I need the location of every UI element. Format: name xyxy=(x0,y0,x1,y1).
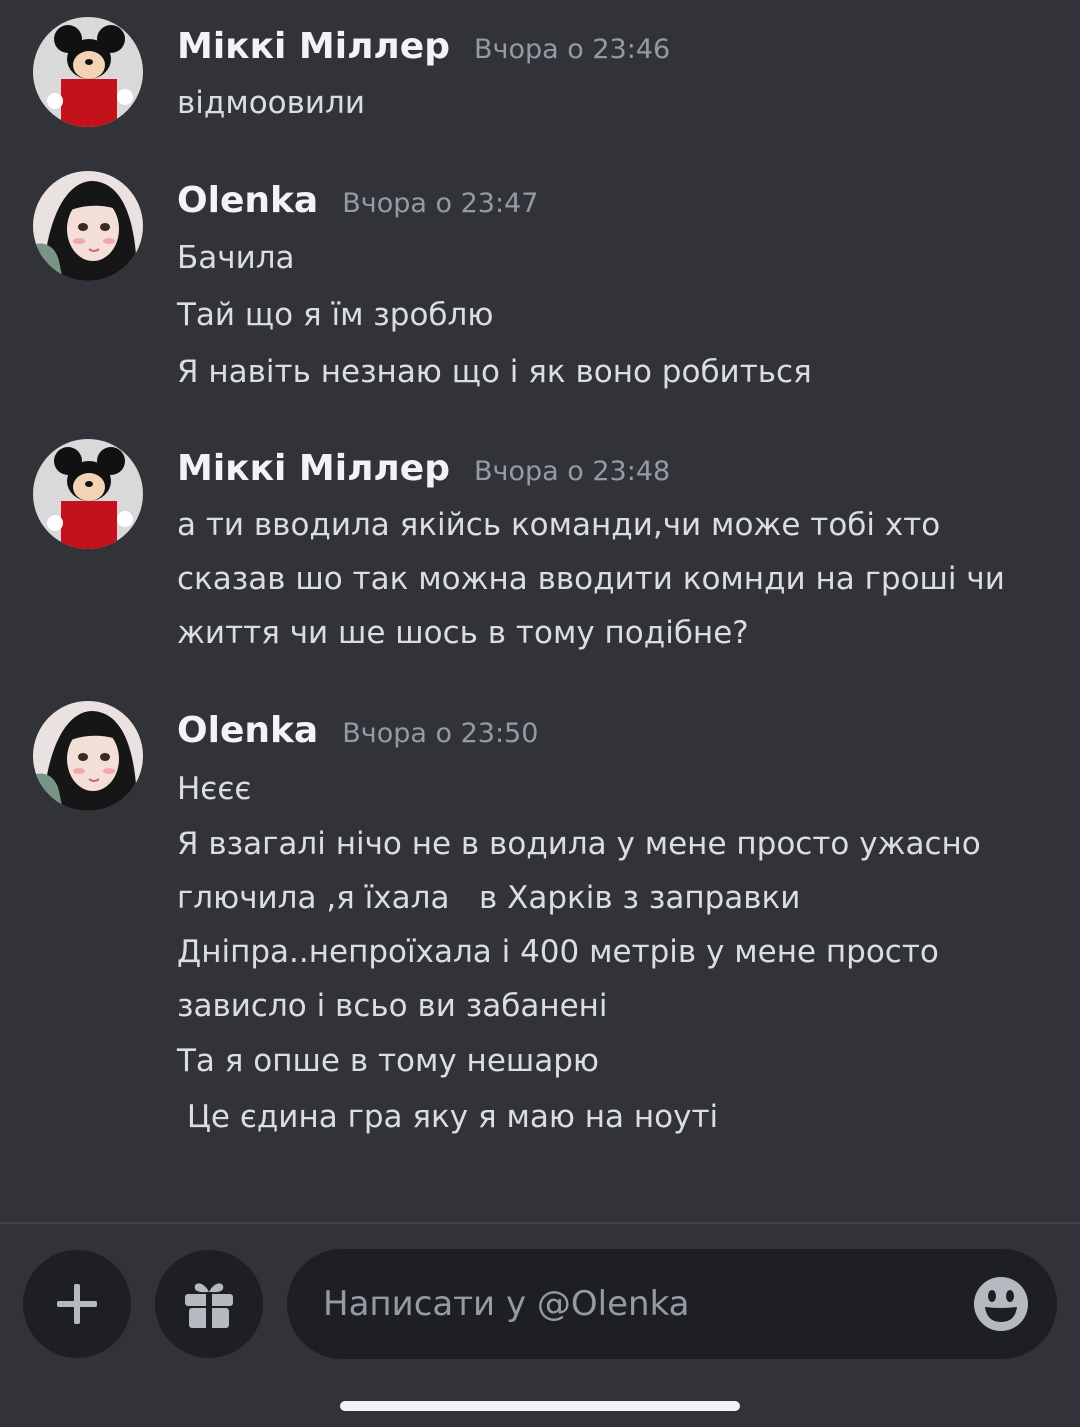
message-text: зависло і всьо ви забанені xyxy=(177,988,608,1024)
message-input[interactable] xyxy=(323,1281,943,1327)
avatar-olenka[interactable] xyxy=(33,171,143,281)
message-text: Нєєє xyxy=(177,771,252,807)
add-attachment-button[interactable] xyxy=(23,1250,131,1358)
message-text: Я навіть незнаю що і як воно робиться xyxy=(177,354,812,390)
emoji-icon xyxy=(974,1277,1028,1331)
mickey-mouse-icon xyxy=(33,17,143,127)
message-author[interactable]: Міккі Міллер xyxy=(177,26,450,67)
message-text: Та я опше в тому нешарю xyxy=(177,1043,600,1079)
avatar-mickey[interactable] xyxy=(33,439,143,549)
message-text: глючила ,я їхала в Харків з заправки xyxy=(177,880,801,916)
message-timestamp: Вчора о 23:46 xyxy=(474,34,671,65)
avatar-mickey[interactable] xyxy=(33,17,143,127)
message-text: а ти вводила якійсь команди,чи може тобі… xyxy=(177,507,941,543)
mickey-mouse-icon xyxy=(33,439,143,549)
home-indicator[interactable] xyxy=(340,1401,740,1411)
message-text: Це єдина гра яку я маю на ноуті xyxy=(177,1099,719,1135)
anime-girl-icon xyxy=(33,701,143,811)
message-timestamp: Вчора о 23:47 xyxy=(342,188,539,219)
message-text: життя чи ше шось в тому подібне? xyxy=(177,615,749,651)
plus-icon xyxy=(57,1284,97,1324)
message-author[interactable]: Olenka xyxy=(177,710,318,751)
message-timestamp: Вчора о 23:50 xyxy=(342,718,539,749)
message-timestamp: Вчора о 23:48 xyxy=(474,456,671,487)
message-text: Дніпра..непроїхала і 400 метрів у мене п… xyxy=(177,934,939,970)
gift-icon xyxy=(185,1283,233,1328)
message-text: сказав шо так можна вводити комнди на гр… xyxy=(177,561,1005,597)
anime-girl-icon xyxy=(33,171,143,281)
avatar-olenka[interactable] xyxy=(33,701,143,811)
message-text: Бачила xyxy=(177,240,295,276)
composer-divider xyxy=(0,1222,1080,1224)
message-composer[interactable] xyxy=(287,1249,1057,1359)
message-text: Я взагалі нічо не в водила у мене просто… xyxy=(177,826,981,862)
message-text: Тай що я їм зроблю xyxy=(177,297,494,333)
message-author[interactable]: Міккі Міллер xyxy=(177,448,450,489)
gift-button[interactable] xyxy=(155,1250,263,1358)
message-text: відмоовили xyxy=(177,85,366,121)
message-author[interactable]: Olenka xyxy=(177,180,318,221)
emoji-button[interactable] xyxy=(973,1276,1029,1332)
